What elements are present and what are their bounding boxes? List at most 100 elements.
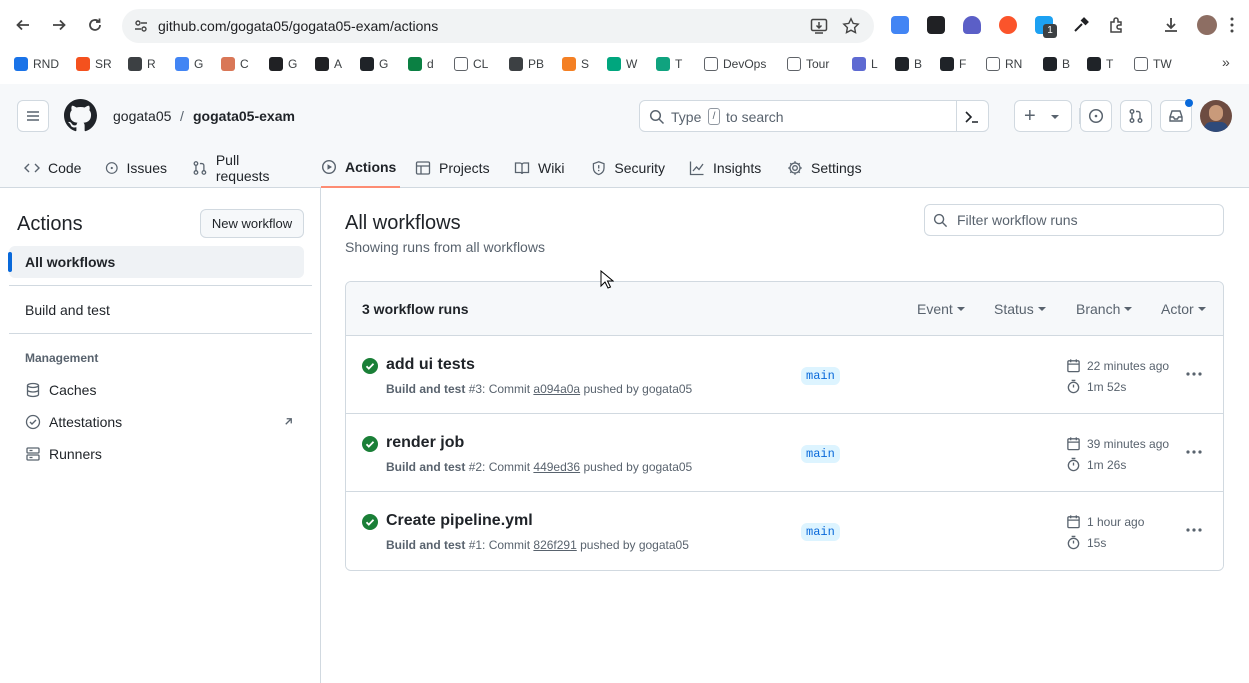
run-options-button[interactable]	[1182, 520, 1206, 540]
tab-issues[interactable]: Issues	[105, 148, 167, 188]
bookmark-item[interactable]: B	[1043, 54, 1070, 74]
tab-code[interactable]: Code	[24, 148, 82, 188]
commit-sha-link[interactable]: 826f291	[533, 538, 576, 552]
status-filter[interactable]: Status	[994, 301, 1046, 317]
google-translate-extension-icon[interactable]	[891, 16, 909, 34]
bookmark-item[interactable]: DevOps	[704, 54, 766, 74]
install-app-icon[interactable]	[810, 17, 828, 35]
forward-arrow-icon	[53, 19, 66, 31]
run-workflow-name: Build and test	[386, 538, 466, 552]
bookmark-item[interactable]: PB	[509, 54, 544, 74]
extension-with-badge-icon[interactable]: 1	[1035, 16, 1057, 38]
extension-icon[interactable]	[927, 16, 945, 34]
bookmark-item[interactable]: W	[607, 54, 637, 74]
tab-wiki[interactable]: Wiki	[514, 148, 566, 188]
calendar-icon	[1067, 359, 1080, 373]
commit-sha-link[interactable]: 449ed36	[533, 460, 580, 474]
branch-filter[interactable]: Branch	[1076, 301, 1133, 317]
bookmark-item[interactable]: RND	[14, 54, 59, 74]
branch-label[interactable]: main	[801, 523, 840, 541]
run-title[interactable]: add ui tests	[386, 356, 475, 374]
bookmark-item[interactable]: C	[221, 54, 249, 74]
address-bar[interactable]: github.com/gogata05/gogata05-exam/action…	[122, 9, 874, 43]
run-options-button[interactable]	[1182, 442, 1206, 462]
sidebar-item-attestations[interactable]: Attestations	[9, 406, 304, 438]
folder-icon	[704, 57, 718, 71]
tab-pull-requests[interactable]: Pull requests	[192, 148, 296, 188]
kebab-horizontal-icon	[1186, 450, 1202, 454]
commit-sha-link[interactable]: a094a0a	[533, 382, 580, 396]
user-avatar[interactable]	[1200, 100, 1232, 132]
eyedropper-icon[interactable]	[1072, 16, 1090, 34]
run-title[interactable]: Create pipeline.yml	[386, 512, 533, 530]
bookmark-item[interactable]: CL	[454, 54, 488, 74]
new-workflow-button[interactable]: New workflow	[200, 209, 304, 238]
actor-filter[interactable]: Actor	[1161, 301, 1206, 317]
filter-workflow-runs-input[interactable]: Filter workflow runs	[924, 204, 1224, 236]
breadcrumb-repo[interactable]: gogata05-exam	[193, 108, 295, 124]
sidebar-item-caches[interactable]: Caches	[9, 374, 304, 406]
bookmark-item[interactable]: TW	[1134, 54, 1172, 74]
sidebar-item-all-workflows[interactable]: All workflows	[8, 246, 304, 278]
bookmark-item[interactable]: Tour	[787, 54, 829, 74]
bookmark-item[interactable]: T	[1087, 54, 1113, 74]
bookmark-item[interactable]: G	[360, 54, 388, 74]
issues-button[interactable]	[1080, 100, 1112, 132]
bookmark-item[interactable]: R	[128, 54, 156, 74]
tab-projects[interactable]: Projects	[415, 148, 491, 188]
bookmark-label: RN	[1005, 57, 1023, 71]
branch-label[interactable]: main	[801, 445, 840, 463]
bookmark-item[interactable]: G	[269, 54, 297, 74]
back-button[interactable]	[12, 14, 34, 36]
bookmarks-overflow-icon[interactable]: »	[1222, 54, 1230, 70]
bookmark-item[interactable]: G	[175, 54, 203, 74]
run-title[interactable]: render job	[386, 434, 464, 452]
forward-button[interactable]	[48, 14, 70, 36]
sidebar-item-runners[interactable]: Runners	[9, 438, 304, 470]
github-logo-icon[interactable]	[64, 99, 97, 132]
tab-insights[interactable]: Insights	[689, 148, 763, 188]
branch-label[interactable]: main	[801, 367, 840, 385]
reload-button[interactable]	[84, 14, 106, 36]
bookmark-item[interactable]: S	[562, 54, 589, 74]
run-pushed-by: pushed by gogata05	[583, 460, 693, 474]
shield-extension-icon[interactable]	[999, 16, 1017, 34]
workflow-run-row[interactable]: render job Build and test #2: Commit 449e…	[346, 414, 1223, 492]
run-options-button[interactable]	[1182, 364, 1206, 384]
global-search-input[interactable]: Type / to search	[639, 100, 989, 132]
bookmark-item[interactable]: d	[408, 54, 434, 74]
bookmark-item[interactable]: SR	[76, 54, 112, 74]
bookmark-item[interactable]: A	[315, 54, 342, 74]
bookmark-item[interactable]: B	[895, 54, 922, 74]
breadcrumb-owner[interactable]: gogata05	[113, 108, 171, 124]
bookmark-item[interactable]: F	[940, 54, 966, 74]
browser-menu-icon[interactable]	[1230, 17, 1234, 33]
url-text[interactable]: github.com/gogata05/gogata05-exam/action…	[158, 18, 438, 34]
check-circle-icon	[362, 436, 378, 452]
reload-icon	[89, 18, 101, 31]
sidebar-item-build-and-test[interactable]: Build and test	[9, 294, 304, 326]
bookmark-favicon-icon	[562, 57, 576, 71]
privacy-extension-icon[interactable]	[963, 16, 981, 34]
site-settings-icon[interactable]	[134, 19, 148, 33]
filter-placeholder: Filter workflow runs	[957, 212, 1078, 228]
workflow-run-row[interactable]: add ui tests Build and test #3: Commit a0…	[346, 336, 1223, 414]
tab-settings[interactable]: Settings	[787, 148, 862, 188]
command-palette-icon[interactable]	[964, 109, 980, 125]
bookmark-star-icon[interactable]	[842, 17, 860, 35]
bookmark-item[interactable]: RN	[986, 54, 1022, 74]
global-nav-menu-button[interactable]	[17, 100, 49, 132]
downloads-icon[interactable]	[1162, 16, 1180, 34]
bookmark-item[interactable]: T	[656, 54, 682, 74]
pull-requests-button[interactable]	[1120, 100, 1152, 132]
tab-actions[interactable]: Actions	[321, 148, 400, 188]
create-new-button[interactable]: +	[1014, 100, 1072, 132]
back-arrow-icon	[16, 19, 29, 31]
workflow-run-row[interactable]: Create pipeline.yml Build and test #1: Co…	[346, 492, 1223, 570]
event-filter[interactable]: Event	[917, 301, 965, 317]
bookmark-item[interactable]: L	[852, 54, 878, 74]
extensions-puzzle-icon[interactable]	[1108, 16, 1126, 34]
tab-security[interactable]: Security	[591, 148, 665, 188]
bookmarks-bar: RND SR R G C G A Gd CL PB S W T DevOps Tour L B F RN B T TW »	[0, 50, 1249, 78]
browser-profile-avatar[interactable]	[1197, 15, 1217, 35]
